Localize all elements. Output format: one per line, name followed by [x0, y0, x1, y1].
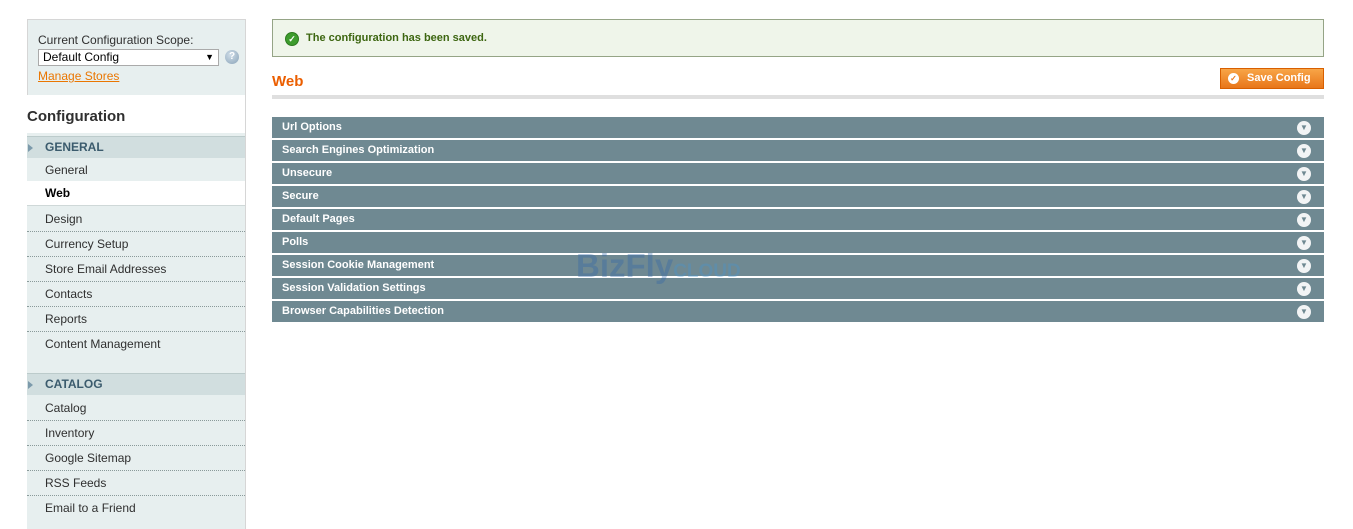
scope-label: Current Configuration Scope:	[38, 33, 194, 47]
save-config-label: Save Config	[1247, 72, 1311, 84]
config-title: Configuration	[27, 108, 126, 125]
chevron-down-icon: ▼	[1297, 213, 1311, 227]
section-title: Url Options	[282, 121, 342, 133]
expand-triangle-icon	[28, 144, 33, 152]
nav-item-inventory[interactable]: Inventory	[27, 421, 245, 446]
group-title: GENERAL	[45, 140, 104, 154]
section-unsecure[interactable]: Unsecure ▼	[272, 163, 1324, 185]
success-message-text: The configuration has been saved.	[306, 32, 487, 44]
section-url-options[interactable]: Url Options ▼	[272, 117, 1324, 139]
chevron-down-icon: ▼	[1297, 144, 1311, 158]
dropdown-arrow-icon: ▼	[205, 52, 214, 62]
group-head-general[interactable]: GENERAL	[27, 136, 245, 158]
section-title: Search Engines Optimization	[282, 144, 435, 156]
section-default-pages[interactable]: Default Pages ▼	[272, 209, 1324, 231]
section-session-cookie-management[interactable]: Session Cookie Management ▼	[272, 255, 1324, 277]
nav-item-reports[interactable]: Reports	[27, 307, 245, 332]
nav-item-design[interactable]: Design	[27, 207, 245, 232]
title-divider	[272, 95, 1324, 99]
section-title: Unsecure	[282, 167, 333, 179]
config-title-box: Configuration	[27, 95, 246, 133]
success-message: ✓ The configuration has been saved.	[272, 19, 1324, 57]
group-title: CATALOG	[45, 377, 103, 391]
manage-stores-link[interactable]: Manage Stores	[38, 69, 119, 83]
chevron-down-icon: ▼	[1297, 259, 1311, 273]
nav-item-currency-setup[interactable]: Currency Setup	[27, 232, 245, 257]
section-title: Session Cookie Management	[282, 259, 435, 271]
chevron-down-icon: ▼	[1297, 236, 1311, 250]
sidebar: Current Configuration Scope: Default Con…	[27, 19, 246, 529]
chevron-down-icon: ▼	[1297, 305, 1311, 319]
section-title: Default Pages	[282, 213, 355, 225]
nav-item-content-management[interactable]: Content Management	[27, 332, 245, 357]
nav-item-catalog[interactable]: Catalog	[27, 396, 245, 421]
nav-item-contacts[interactable]: Contacts	[27, 282, 245, 307]
nav-item-email-to-a-friend[interactable]: Email to a Friend	[27, 496, 245, 521]
section-polls[interactable]: Polls ▼	[272, 232, 1324, 254]
success-check-icon: ✓	[285, 32, 299, 46]
section-title: Browser Capabilities Detection	[282, 305, 444, 317]
group-head-catalog[interactable]: CATALOG	[27, 373, 245, 395]
section-search-engines-optimization[interactable]: Search Engines Optimization ▼	[272, 140, 1324, 162]
nav-item-rss-feeds[interactable]: RSS Feeds	[27, 471, 245, 496]
chevron-down-icon: ▼	[1297, 167, 1311, 181]
scope-select-value: Default Config	[43, 50, 120, 64]
chevron-down-icon: ▼	[1297, 121, 1311, 135]
section-session-validation-settings[interactable]: Session Validation Settings ▼	[272, 278, 1324, 300]
section-browser-capabilities-detection[interactable]: Browser Capabilities Detection ▼	[272, 301, 1324, 323]
nav-item-web[interactable]: Web	[27, 181, 245, 206]
scope-select[interactable]: Default Config ▼	[38, 49, 219, 66]
section-title: Polls	[282, 236, 309, 248]
section-title: Session Validation Settings	[282, 282, 426, 294]
config-nav: GENERAL General Web Design Currency Setu…	[27, 133, 246, 529]
help-icon[interactable]: ?	[225, 50, 239, 64]
nav-item-google-sitemap[interactable]: Google Sitemap	[27, 446, 245, 471]
chevron-down-icon: ▼	[1297, 190, 1311, 204]
nav-item-general[interactable]: General	[27, 158, 245, 183]
expand-triangle-icon	[28, 381, 33, 389]
section-title: Secure	[282, 190, 319, 202]
scope-switcher: Current Configuration Scope: Default Con…	[27, 19, 246, 95]
save-config-button[interactable]: ✓ Save Config	[1220, 68, 1324, 89]
chevron-down-icon: ▼	[1297, 282, 1311, 296]
section-secure[interactable]: Secure ▼	[272, 186, 1324, 208]
save-check-icon: ✓	[1228, 73, 1239, 84]
nav-item-store-email-addresses[interactable]: Store Email Addresses	[27, 257, 245, 282]
page-title: Web	[272, 73, 304, 90]
